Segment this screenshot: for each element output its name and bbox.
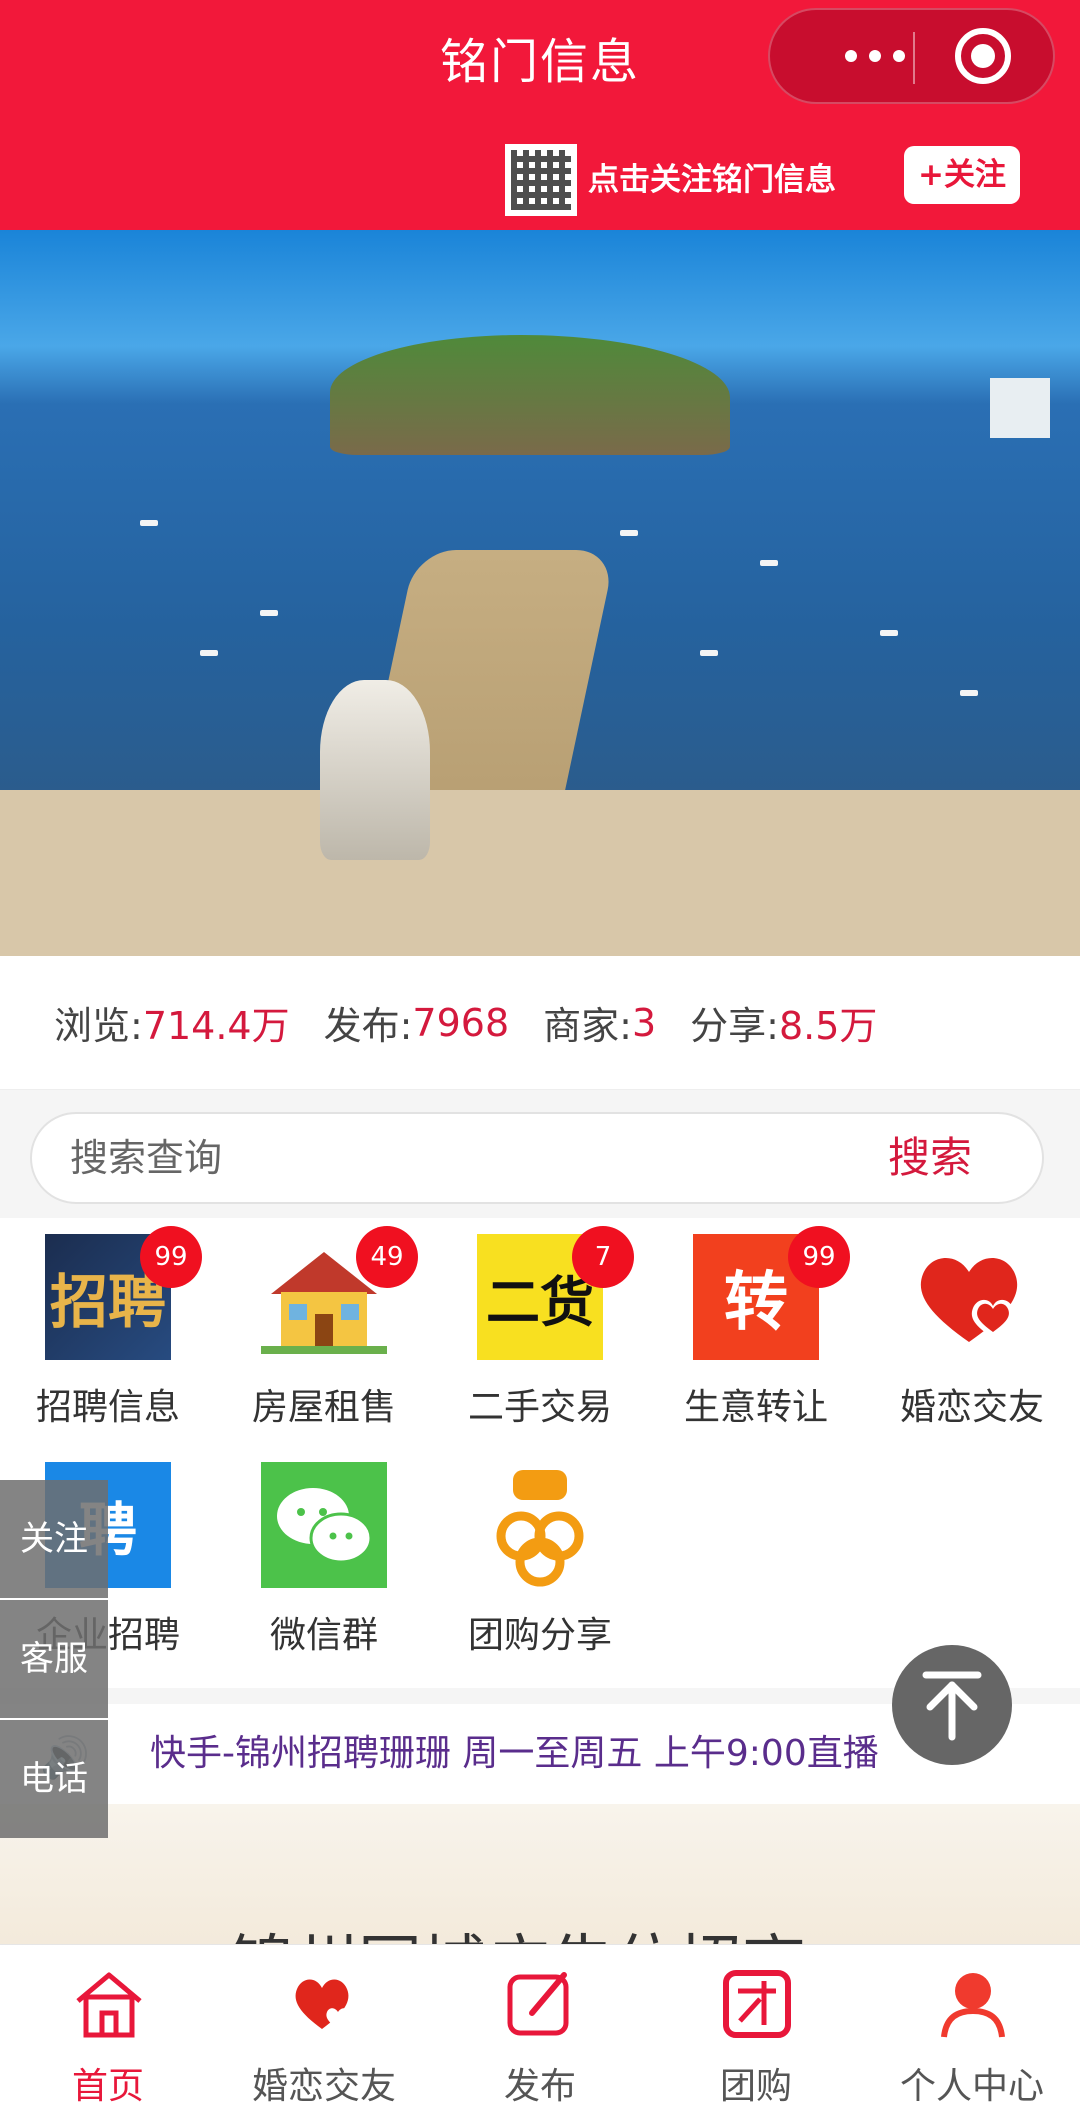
boat-shape (960, 690, 978, 696)
follow-prompt[interactable]: 点击关注铭门信息 (588, 154, 836, 199)
more-icon[interactable] (810, 10, 940, 102)
wechat-icon (261, 1462, 387, 1588)
close-target-icon[interactable] (955, 28, 1011, 84)
boat-shape (700, 650, 718, 656)
boat-shape (260, 610, 278, 616)
badge-count: 7 (572, 1226, 634, 1288)
side-service-button[interactable]: 客服 (0, 1600, 108, 1718)
tab-profile[interactable]: 个人中心 (864, 1945, 1080, 2127)
tuangou-icon (477, 1462, 603, 1588)
category-grid: 招聘 99 招聘信息 49 房屋租售 二货 7 二手交易 转 99 生意转让 婚… (0, 1218, 1080, 1688)
tab-label: 婚恋交友 (251, 2066, 396, 2107)
banner-image[interactable] (0, 230, 1080, 956)
side-phone-button[interactable]: 电话 (0, 1720, 108, 1838)
island-shape (330, 335, 730, 455)
stat-views-value: 714.4万 (142, 1004, 290, 1048)
category-zhuan[interactable]: 转 99 生意转让 (648, 1218, 864, 1428)
category-label: 微信群 (269, 1615, 378, 1656)
category-zhaopin[interactable]: 招聘 99 招聘信息 (0, 1218, 216, 1428)
side-follow-button[interactable]: 关注 (0, 1480, 108, 1598)
stat-posts-value: 7968 (412, 1000, 510, 1045)
group-buy-icon (723, 1970, 791, 2038)
category-label: 房屋租售 (251, 1387, 396, 1428)
category-tuangou[interactable]: 团购分享 (432, 1446, 648, 1656)
bottom-tab-bar: 首页 婚恋交友 发布 团购 个人中心 (0, 1944, 1080, 2127)
badge-count: 49 (356, 1226, 418, 1288)
stat-shares-label: 分享: (690, 1004, 779, 1048)
edit-icon (507, 1972, 569, 2036)
category-label: 二手交易 (467, 1387, 612, 1428)
statue-shape (320, 680, 430, 860)
promo-title: 锦州同城广告位招商 (230, 1914, 806, 1944)
search-button[interactable]: 搜索 (888, 1114, 972, 1202)
category-label: 婚恋交友 (899, 1387, 1044, 1428)
tab-label: 团购 (719, 2066, 792, 2107)
search-section: 搜索查询 搜索 (0, 1090, 1080, 1218)
stat-shares-value: 8.5万 (778, 1004, 878, 1048)
boat-shape (140, 520, 158, 526)
tab-publish[interactable]: 发布 (432, 1945, 648, 2127)
tab-hunlian[interactable]: 婚恋交友 (216, 1945, 432, 2127)
category-hunlian[interactable]: 婚恋交友 (864, 1218, 1080, 1428)
boat-shape (620, 530, 638, 536)
plaza-shape (0, 790, 1080, 956)
tab-label: 发布 (503, 2066, 576, 2107)
category-label: 生意转让 (683, 1387, 828, 1428)
tab-label: 首页 (71, 2066, 144, 2107)
capsule-divider (913, 32, 915, 84)
search-box[interactable]: 搜索查询 搜索 (30, 1112, 1044, 1204)
boat-shape (880, 630, 898, 636)
category-ershou[interactable]: 二货 7 二手交易 (432, 1218, 648, 1428)
heart-icon (909, 1234, 1035, 1360)
stats-bar: 浏览: 714.4万 发布: 7968 商家: 3 分享: 8.5万 (0, 956, 1080, 1090)
category-house[interactable]: 49 房屋租售 (216, 1218, 432, 1428)
qr-code-icon[interactable] (505, 144, 577, 216)
notice-text: 快手-锦州招聘珊珊 周一至周五 上午9:00直播 (150, 1733, 879, 1774)
user-icon (941, 1973, 1005, 2038)
tab-label: 个人中心 (899, 2066, 1044, 2107)
arrow-up-icon (922, 1671, 982, 1741)
miniprogram-capsule (768, 8, 1055, 104)
tab-tuangou[interactable]: 团购 (648, 1945, 864, 2127)
category-label: 团购分享 (467, 1615, 612, 1656)
stat-views-label: 浏览: (54, 1004, 143, 1048)
stat-merchants-value: 3 (631, 1000, 657, 1045)
stat-merchants-label: 商家: (543, 1004, 632, 1048)
app-header: 铭门信息 点击关注铭门信息 +关注 (0, 0, 1080, 230)
tab-home[interactable]: 首页 (0, 1945, 216, 2127)
search-input[interactable]: 搜索查询 (70, 1114, 222, 1202)
back-to-top-button[interactable] (892, 1645, 1012, 1765)
boat-shape (760, 560, 778, 566)
stat-posts-label: 发布: (323, 1004, 413, 1048)
heart-icon (295, 1979, 350, 2029)
badge-count: 99 (140, 1226, 202, 1288)
category-wechat[interactable]: 微信群 (216, 1446, 432, 1656)
home-icon (76, 1972, 142, 2038)
promo-banner[interactable]: 锦州同城广告位招商 (0, 1804, 1080, 1944)
boat-shape (200, 650, 218, 656)
category-label: 招聘信息 (35, 1387, 180, 1428)
badge-count: 99 (788, 1226, 850, 1288)
factory-shape (990, 378, 1050, 438)
follow-button[interactable]: +关注 (904, 146, 1020, 204)
